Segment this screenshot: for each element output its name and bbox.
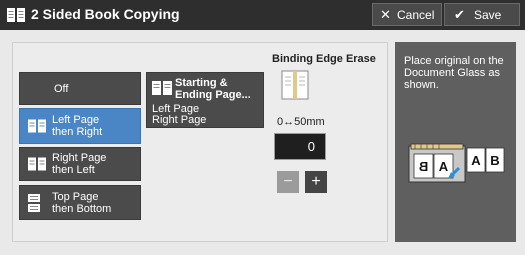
option-right-then-left-button[interactable]: Right Page then Left — [19, 147, 141, 181]
vertical-book-icon — [28, 193, 40, 212]
binding-edge-icon — [281, 70, 309, 100]
option-left-then-right-label: Left Page then Right — [52, 114, 102, 138]
starting-ending-title-line1: Starting & — [175, 77, 228, 89]
title-bar: 2 Sided Book Copying ✕ Cancel ✔ Save — [0, 0, 525, 30]
document-placement-illustration: B A A B — [408, 143, 505, 183]
instruction-text: Place original on the Document Glass as … — [404, 55, 504, 91]
page-title: 2 Sided Book Copying — [31, 6, 180, 22]
increment-button[interactable]: + — [305, 171, 327, 193]
option-right-line1: Right Page — [52, 152, 107, 164]
option-right-then-left-label: Right Page then Left — [52, 152, 106, 176]
open-book-icon — [7, 8, 25, 22]
option-left-line2: then Right — [52, 126, 103, 138]
minus-icon: − — [283, 173, 293, 190]
save-button-label: Save — [474, 8, 502, 22]
original-page-left-letter: A — [471, 153, 481, 168]
checkmark-icon: ✔ — [454, 7, 465, 22]
option-top-line2: then Bottom — [52, 202, 112, 215]
starting-ending-title: Starting & Ending Page... — [175, 77, 251, 101]
ending-page-value: Right Page — [152, 114, 207, 126]
plus-icon: + — [311, 173, 321, 190]
option-top-then-bottom-label: Top Page then Bottom — [52, 191, 111, 215]
cancel-button-label: Cancel — [397, 8, 435, 22]
option-off-line1: Off — [54, 82, 69, 95]
close-icon: ✕ — [380, 7, 391, 22]
starting-ending-title-line2: Ending Page... — [175, 89, 251, 101]
binding-edge-value-field[interactable]: 0 — [274, 133, 326, 160]
glass-page-right-letter: A — [439, 159, 449, 174]
instruction-panel: Place original on the Document Glass as … — [395, 42, 516, 242]
book-pages-icon — [152, 81, 172, 95]
option-off-button[interactable]: Off — [19, 72, 141, 105]
option-top-then-bottom-button[interactable]: Top Page then Bottom — [19, 185, 141, 220]
option-left-then-right-button[interactable]: Left Page then Right — [19, 108, 141, 144]
open-book-icon — [28, 119, 46, 133]
save-button[interactable]: ✔ Save — [444, 3, 520, 26]
original-page-right-letter: B — [490, 153, 499, 168]
starting-ending-page-button[interactable]: Starting & Ending Page... Left Page Righ… — [146, 72, 264, 128]
option-off-label: Off — [54, 83, 68, 95]
decrement-button[interactable]: − — [277, 171, 299, 193]
option-top-line1: Top Page — [52, 190, 99, 203]
book-copying-screen: 2 Sided Book Copying ✕ Cancel ✔ Save Off… — [0, 0, 525, 255]
option-left-line1: Left Page — [52, 114, 100, 126]
range-label: 0↔50mm — [277, 116, 325, 128]
open-book-icon — [28, 157, 46, 171]
option-right-line2: then Left — [52, 164, 95, 176]
glass-page-left-letter: B — [419, 159, 428, 174]
cancel-button[interactable]: ✕ Cancel — [372, 3, 442, 26]
binding-edge-erase-label: Binding Edge Erase — [272, 53, 376, 65]
